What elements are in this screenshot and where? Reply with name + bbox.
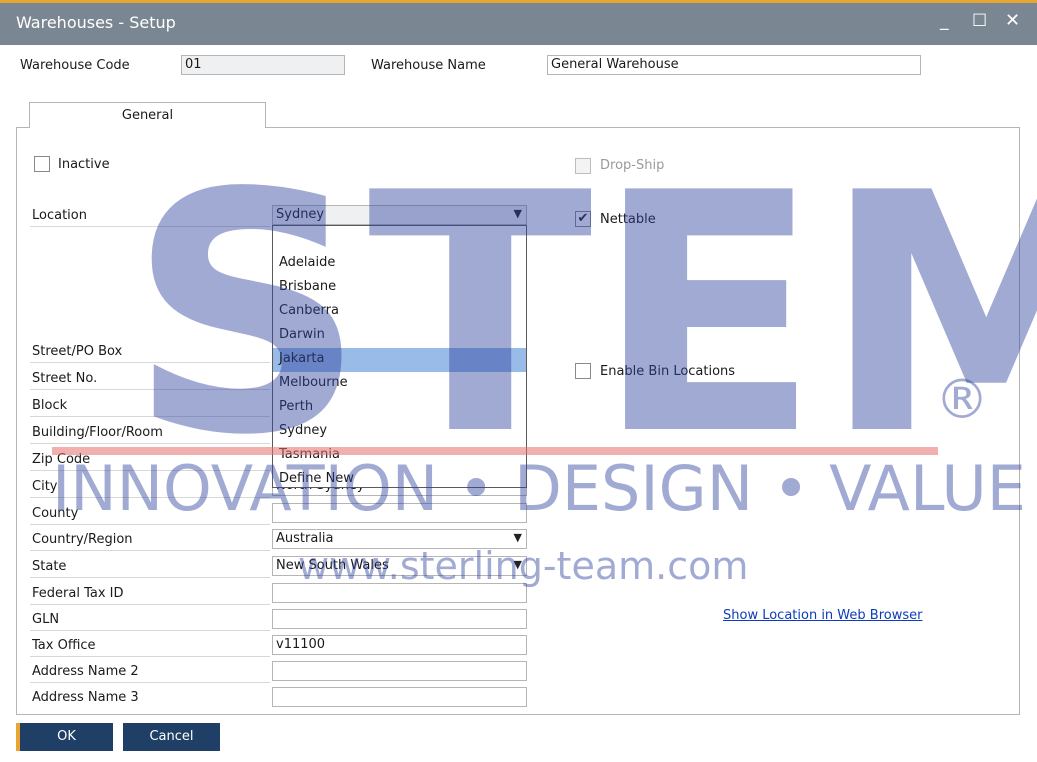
county-field[interactable]	[272, 503, 527, 523]
field-label-city: City	[32, 479, 58, 494]
cancel-button[interactable]: Cancel	[123, 723, 220, 751]
field-label-gln: GLN	[32, 612, 60, 627]
tab-general-label: General	[121, 108, 174, 123]
field-label-building: Building/Floor/Room	[32, 425, 163, 440]
dropdown-option-darwin[interactable]: Darwin	[273, 324, 526, 348]
warehouse-code-label: Warehouse Code	[20, 58, 130, 73]
field-label-state: State	[32, 559, 67, 574]
row-divider	[30, 682, 270, 683]
federal-tax-id-field[interactable]	[272, 583, 527, 603]
field-label-address-name-3: Address Name 3	[32, 690, 139, 705]
location-select-value: Sydney	[276, 207, 325, 222]
dropdown-option-blank[interactable]	[273, 228, 526, 252]
row-divider	[30, 362, 270, 363]
dropdown-option-jakarta[interactable]: Jakarta	[273, 348, 526, 372]
row-divider	[30, 497, 270, 498]
warehouse-name-field[interactable]: General Warehouse	[547, 55, 921, 75]
field-label-address-name-2: Address Name 2	[32, 664, 139, 679]
minimize-icon[interactable]: _	[940, 11, 949, 31]
field-label-zip-code: Zip Code	[32, 452, 91, 467]
window-title: Warehouses - Setup	[16, 13, 176, 32]
dropdown-option-perth[interactable]: Perth	[273, 396, 526, 420]
location-select[interactable]: Sydney ▼	[272, 205, 527, 225]
row-divider	[30, 470, 270, 471]
dropdown-option-tasmania[interactable]: Tasmania	[273, 444, 526, 468]
field-label-street-no: Street No.	[32, 371, 98, 386]
inactive-checkbox[interactable]	[34, 156, 50, 172]
drop-ship-label: Drop-Ship	[600, 158, 665, 173]
close-icon[interactable]: ✕	[1005, 11, 1020, 31]
address-name-2-field[interactable]	[272, 661, 527, 681]
row-divider	[30, 524, 270, 525]
row-divider	[30, 656, 270, 657]
location-dropdown-list: Adelaide Brisbane Canberra Darwin Jakart…	[272, 225, 527, 488]
row-divider	[30, 389, 270, 390]
row-divider	[30, 577, 270, 578]
title-bar: Warehouses - Setup _ ☐ ✕	[0, 0, 1037, 45]
row-divider	[30, 416, 270, 417]
field-label-county: County	[32, 506, 79, 521]
enable-bin-checkbox[interactable]	[575, 363, 591, 379]
dropdown-option-adelaide[interactable]: Adelaide	[273, 252, 526, 276]
field-label-country: Country/Region	[32, 532, 133, 547]
field-label-federal-tax-id: Federal Tax ID	[32, 586, 124, 601]
chevron-down-icon: ▼	[513, 531, 522, 544]
dropdown-option-melbourne[interactable]: Melbourne	[273, 372, 526, 396]
show-location-link[interactable]: Show Location in Web Browser	[723, 608, 922, 623]
drop-ship-checkbox	[575, 158, 591, 174]
address-name-3-field[interactable]	[272, 687, 527, 707]
dropdown-option-brisbane[interactable]: Brisbane	[273, 276, 526, 300]
nettable-checkbox[interactable]: ✔	[575, 211, 591, 227]
row-divider	[30, 604, 270, 605]
field-label-tax-office: Tax Office	[32, 638, 96, 653]
location-label: Location	[32, 208, 87, 223]
country-region-select[interactable]: Australia ▼	[272, 529, 527, 549]
row-divider	[30, 226, 270, 227]
chevron-down-icon: ▼	[513, 558, 522, 571]
field-label-street-po-box: Street/PO Box	[32, 344, 123, 359]
row-divider	[30, 550, 270, 551]
gln-field[interactable]	[272, 609, 527, 629]
inactive-label: Inactive	[58, 157, 110, 172]
nettable-label: Nettable	[600, 212, 656, 227]
field-label-block: Block	[32, 398, 68, 413]
enable-bin-label: Enable Bin Locations	[600, 364, 736, 379]
warehouse-name-label: Warehouse Name	[371, 58, 486, 73]
state-value: New South Wales	[276, 558, 389, 573]
row-divider	[30, 630, 270, 631]
state-select[interactable]: New South Wales ▼	[272, 556, 527, 576]
dropdown-option-canberra[interactable]: Canberra	[273, 300, 526, 324]
row-divider	[30, 443, 270, 444]
tab-general[interactable]: General	[29, 102, 266, 128]
warehouse-code-field[interactable]: 01	[181, 55, 345, 75]
ok-button[interactable]: OK	[16, 723, 113, 751]
dropdown-option-sydney[interactable]: Sydney	[273, 420, 526, 444]
tax-office-field[interactable]: v11100	[272, 635, 527, 655]
chevron-down-icon: ▼	[513, 207, 522, 220]
maximize-icon[interactable]: ☐	[972, 11, 987, 31]
dropdown-option-define-new[interactable]: Define New	[273, 468, 526, 488]
country-region-value: Australia	[276, 531, 334, 546]
